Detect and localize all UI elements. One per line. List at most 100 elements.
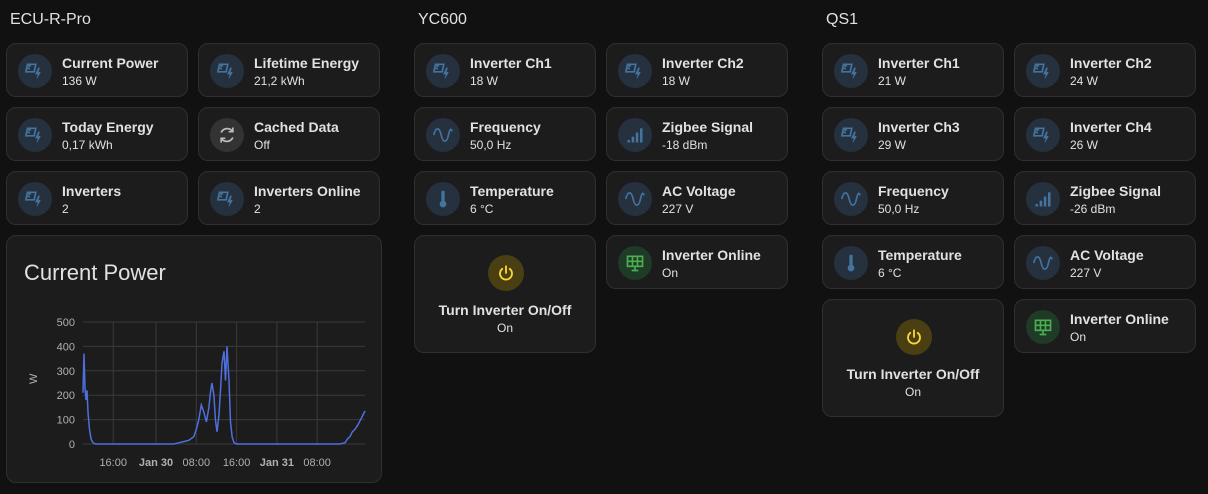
tile-zigbee-signal[interactable]: Zigbee Signal -26 dBm bbox=[1014, 171, 1196, 225]
tile-name: Zigbee Signal bbox=[662, 119, 754, 135]
tile-value: 6 °C bbox=[878, 266, 902, 280]
button-state: On bbox=[496, 321, 513, 335]
x-tick-label: 16:00 bbox=[99, 457, 127, 469]
tile-value: 21 W bbox=[878, 74, 907, 88]
tile-name: Inverter Ch4 bbox=[1070, 119, 1152, 135]
tile-name: Inverters bbox=[62, 183, 122, 199]
tile-inverter-ch4[interactable]: Inverter Ch4 26 W bbox=[1014, 107, 1196, 161]
column-title: ECU-R-Pro bbox=[10, 11, 91, 28]
turn-inverter-on-off-button[interactable]: Turn Inverter On/Off On bbox=[414, 235, 596, 353]
solar-power-icon bbox=[18, 118, 52, 152]
tile-name: Inverter Ch2 bbox=[662, 55, 744, 71]
button-state: On bbox=[904, 385, 921, 399]
tile-value: 26 W bbox=[1070, 138, 1099, 152]
history-chart-card[interactable]: Current Power 0 100 200 300 400 500 16:00 Jan … bbox=[6, 235, 382, 483]
solar-power-icon bbox=[1026, 54, 1060, 88]
y-tick-label: 200 bbox=[57, 390, 75, 402]
tile-name: Inverter Ch2 bbox=[1070, 55, 1152, 71]
tile-inverter-ch2[interactable]: Inverter Ch2 18 W bbox=[606, 43, 788, 97]
tile-ac-voltage[interactable]: AC Voltage 227 V bbox=[1014, 235, 1196, 289]
tile-zigbee-signal[interactable]: Zigbee Signal -18 dBm bbox=[606, 107, 788, 161]
tile-value: On bbox=[1070, 330, 1087, 344]
signal-bars-icon bbox=[1026, 182, 1060, 216]
tile-name: Current Power bbox=[62, 55, 159, 71]
tile-inverter-ch1[interactable]: Inverter Ch1 18 W bbox=[414, 43, 596, 97]
tile-inverters-online[interactable]: Inverters Online 2 bbox=[198, 171, 380, 225]
tile-value: -18 dBm bbox=[662, 138, 708, 152]
tile-inverter-ch3[interactable]: Inverter Ch3 29 W bbox=[822, 107, 1004, 161]
tile-lifetime-energy[interactable]: Lifetime Energy 21,2 kWh bbox=[198, 43, 380, 97]
tile-value: 227 V bbox=[1070, 266, 1102, 280]
solar-power-icon bbox=[1026, 118, 1060, 152]
tile-temperature[interactable]: Temperature 6 °C bbox=[822, 235, 1004, 289]
current-power-chart[interactable]: 0 100 200 300 400 500 16:00 Jan 30 08:00 16:00 Ja… bbox=[7, 236, 381, 482]
tile-name: AC Voltage bbox=[662, 183, 736, 199]
tile-inverter-ch2[interactable]: Inverter Ch2 24 W bbox=[1014, 43, 1196, 97]
tile-name: Frequency bbox=[878, 183, 949, 199]
solar-power-icon bbox=[210, 182, 244, 216]
tile-ac-voltage[interactable]: AC Voltage 227 V bbox=[606, 171, 788, 225]
tile-cached-data[interactable]: Cached Data Off bbox=[198, 107, 380, 161]
tile-value: -26 dBm bbox=[1070, 202, 1116, 216]
tile-name: Today Energy bbox=[62, 119, 154, 135]
button-name: Turn Inverter On/Off bbox=[846, 366, 980, 382]
tile-name: Cached Data bbox=[254, 119, 339, 135]
y-tick-label: 100 bbox=[57, 415, 75, 427]
tile-value: 50,0 Hz bbox=[470, 138, 512, 152]
tile-inverter-ch1[interactable]: Inverter Ch1 21 W bbox=[822, 43, 1004, 97]
solar-power-icon bbox=[18, 182, 52, 216]
tile-frequency[interactable]: Frequency 50,0 Hz bbox=[414, 107, 596, 161]
solar-panel-icon bbox=[618, 246, 652, 280]
tile-value: 29 W bbox=[878, 138, 907, 152]
turn-inverter-on-off-button[interactable]: Turn Inverter On/Off On bbox=[822, 299, 1004, 417]
tile-value: 227 V bbox=[662, 202, 694, 216]
solar-power-icon bbox=[210, 54, 244, 88]
x-tick-label: 16:00 bbox=[223, 457, 251, 469]
solar-power-icon bbox=[426, 54, 460, 88]
tile-value: 136 W bbox=[62, 74, 97, 88]
y-tick-label: 300 bbox=[57, 366, 75, 378]
signal-bars-icon bbox=[618, 118, 652, 152]
y-axis-label: W bbox=[28, 373, 40, 384]
x-tick-label: Jan 30 bbox=[139, 457, 173, 469]
tile-inverter-online[interactable]: Inverter Online On bbox=[1014, 299, 1196, 353]
tile-name: Inverter Ch1 bbox=[470, 55, 552, 71]
tile-value: 0,17 kWh bbox=[62, 138, 113, 152]
thermometer-icon bbox=[426, 182, 460, 216]
solar-power-icon bbox=[618, 54, 652, 88]
tile-temperature[interactable]: Temperature 6 °C bbox=[414, 171, 596, 225]
column-title: YC600 bbox=[418, 11, 467, 28]
tile-frequency[interactable]: Frequency 50,0 Hz bbox=[822, 171, 1004, 225]
y-tick-label: 500 bbox=[57, 317, 75, 329]
tile-value: 2 bbox=[62, 202, 69, 216]
tile-name: Zigbee Signal bbox=[1070, 183, 1162, 199]
tile-name: Inverters Online bbox=[254, 183, 361, 199]
x-tick-label: 08:00 bbox=[303, 457, 331, 469]
power-icon bbox=[488, 255, 524, 291]
tile-value: Off bbox=[254, 138, 270, 152]
column-title: QS1 bbox=[826, 11, 859, 28]
sine-wave-icon bbox=[618, 182, 652, 216]
tile-inverters[interactable]: Inverters 2 bbox=[6, 171, 188, 225]
tile-inverter-online[interactable]: Inverter Online On bbox=[606, 235, 788, 289]
tile-value: 6 °C bbox=[470, 202, 494, 216]
tile-name: Inverter Online bbox=[1070, 311, 1169, 327]
tile-value: 18 W bbox=[470, 74, 499, 88]
solar-power-icon bbox=[834, 54, 868, 88]
x-tick-label: 08:00 bbox=[183, 457, 211, 469]
tile-value: 21,2 kWh bbox=[254, 74, 305, 88]
power-icon bbox=[896, 319, 932, 355]
tile-name: AC Voltage bbox=[1070, 247, 1144, 263]
tile-value: 24 W bbox=[1070, 74, 1099, 88]
sine-wave-icon bbox=[426, 118, 460, 152]
thermometer-icon bbox=[834, 246, 868, 280]
sync-icon bbox=[210, 118, 244, 152]
tile-today-energy[interactable]: Today Energy 0,17 kWh bbox=[6, 107, 188, 161]
tile-name: Temperature bbox=[878, 247, 962, 263]
tile-name: Inverter Ch3 bbox=[878, 119, 960, 135]
tile-name: Inverter Online bbox=[662, 247, 761, 263]
tile-name: Temperature bbox=[470, 183, 554, 199]
tile-name: Frequency bbox=[470, 119, 541, 135]
tile-value: On bbox=[662, 266, 679, 280]
tile-current-power[interactable]: Current Power 136 W bbox=[6, 43, 188, 97]
